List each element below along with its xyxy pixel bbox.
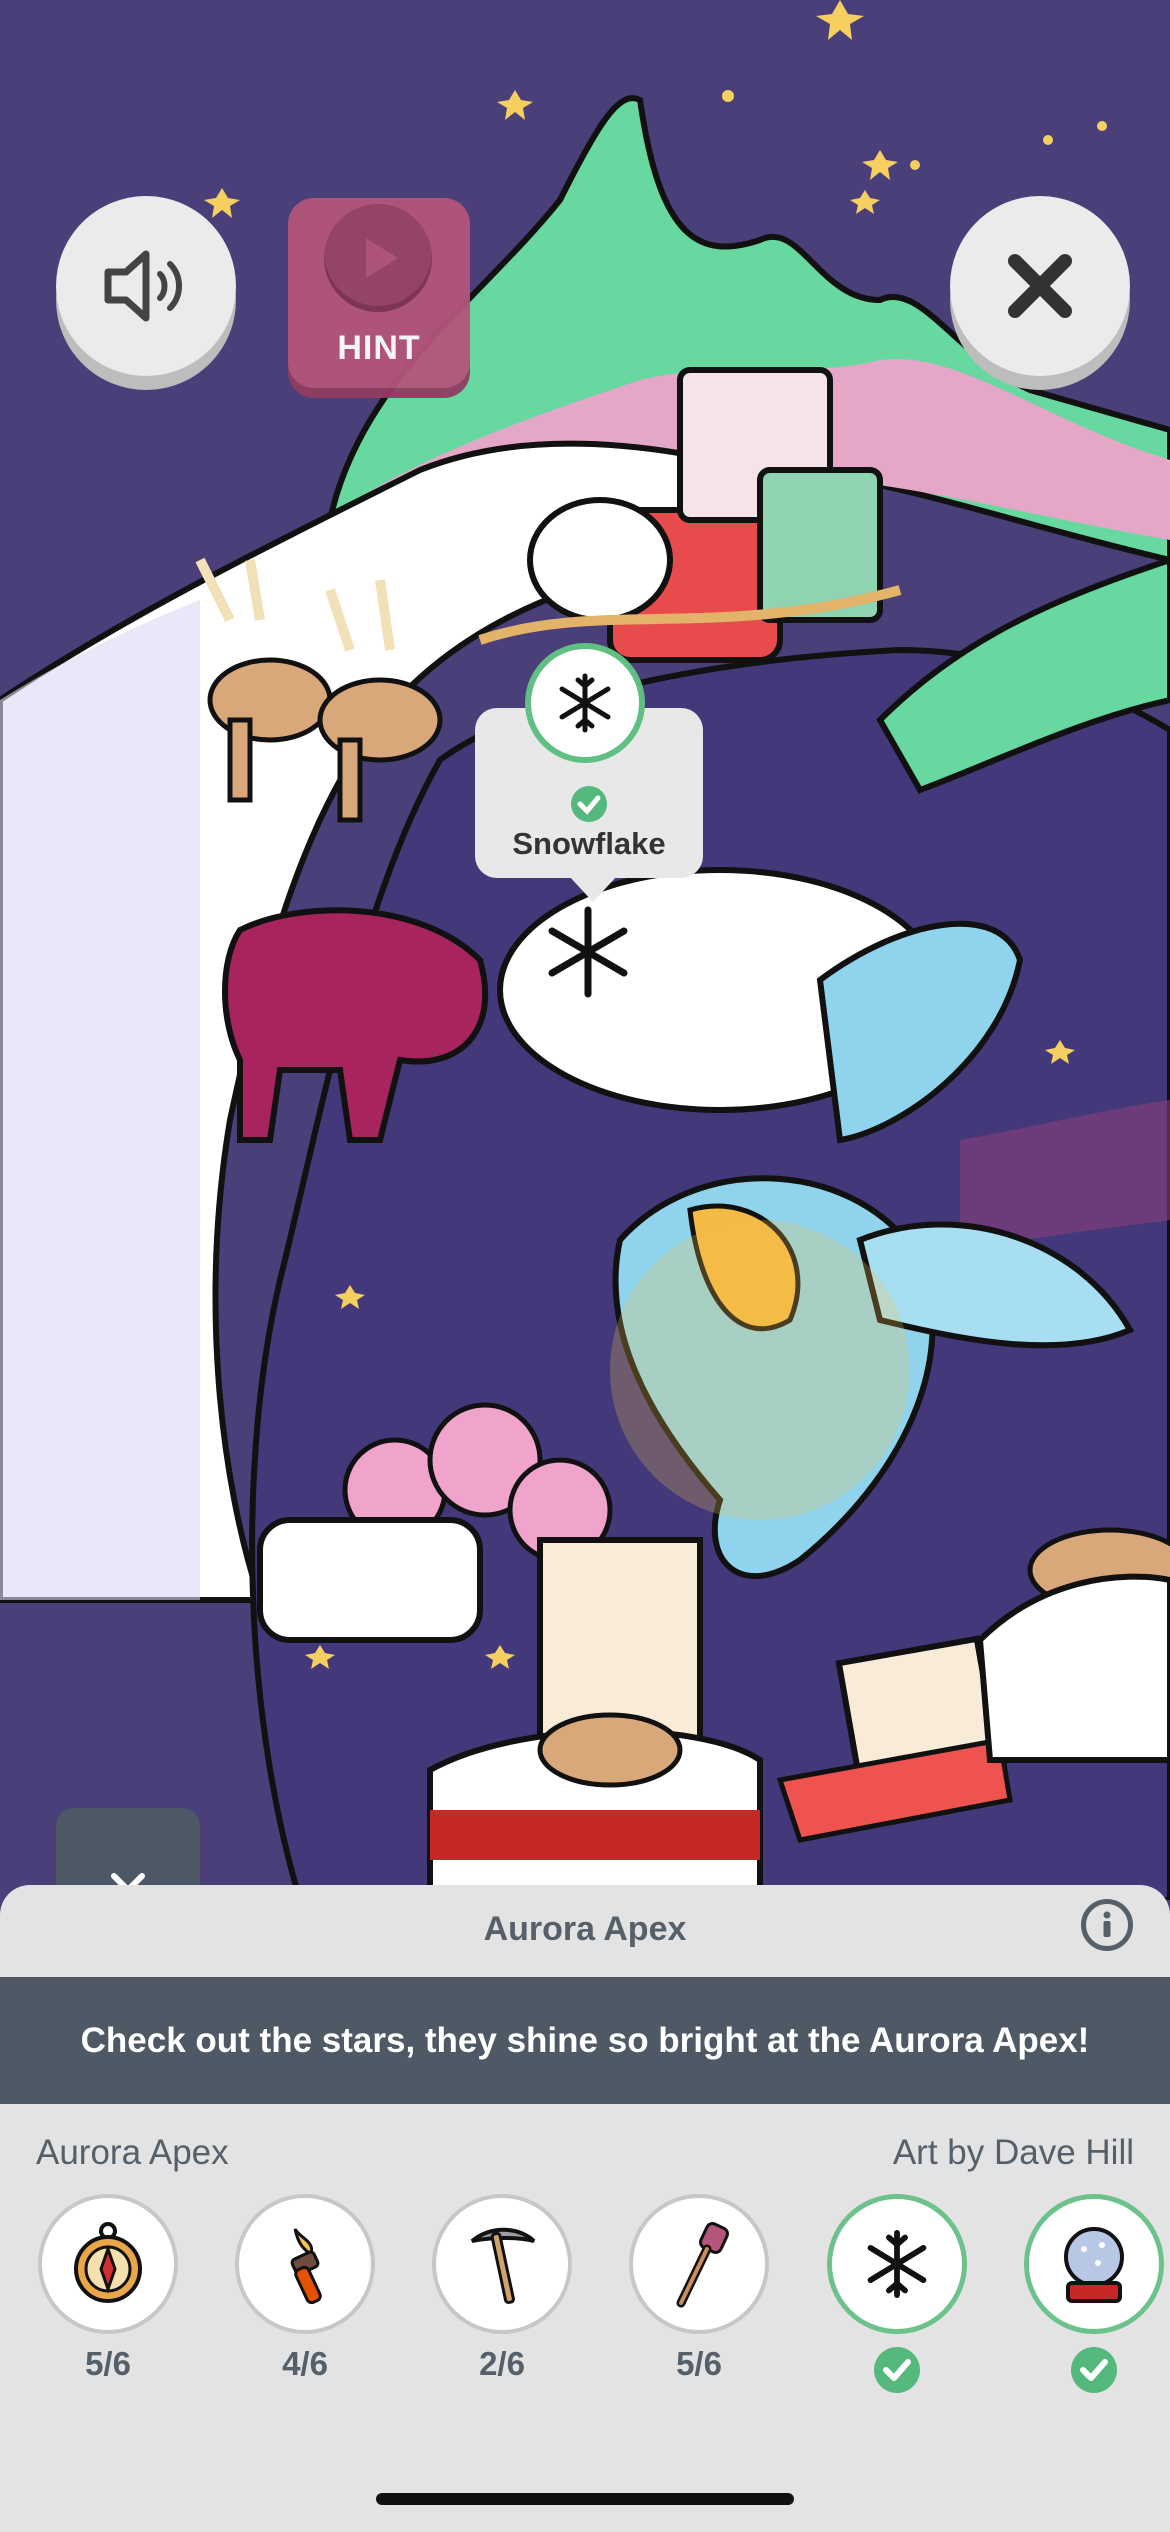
speaker-icon xyxy=(104,250,182,322)
item-slot-snow-globe[interactable] xyxy=(1024,2194,1164,2334)
tooltip-snowflake-icon xyxy=(525,643,645,763)
marshmallow-stick-icon xyxy=(676,2222,729,2308)
info-icon xyxy=(1103,1911,1111,1937)
snowflake-icon xyxy=(867,2230,927,2298)
scene-name: Aurora Apex xyxy=(36,2133,229,2172)
home-indicator[interactable] xyxy=(376,2493,794,2505)
check-icon xyxy=(571,786,607,822)
hint-button[interactable]: HINT xyxy=(288,198,470,388)
item-slot-compass[interactable] xyxy=(38,2194,178,2334)
found-check-icon xyxy=(1071,2347,1117,2393)
item-count: 2/6 xyxy=(479,2345,525,2382)
tooltip-item-name: Snowflake xyxy=(512,826,666,861)
snow-globe-icon xyxy=(1064,2227,1124,2303)
pickaxe-icon xyxy=(470,2227,536,2305)
info-button[interactable] xyxy=(1081,1899,1133,1951)
panel-title: Aurora Apex xyxy=(483,1910,687,1948)
item-count: 4/6 xyxy=(282,2345,328,2382)
sound-button[interactable] xyxy=(56,196,236,376)
close-button[interactable] xyxy=(950,196,1130,376)
play-icon xyxy=(324,204,432,312)
art-credit: Art by Dave Hill xyxy=(892,2133,1134,2172)
found-check-icon xyxy=(874,2347,920,2393)
item-slot-snowflake[interactable] xyxy=(827,2194,967,2334)
close-icon xyxy=(1008,254,1072,318)
item-count: 5/6 xyxy=(676,2345,722,2382)
item-slot-torch[interactable] xyxy=(235,2194,375,2334)
compass-icon xyxy=(74,2222,142,2303)
item-slot-marshmallow-stick[interactable] xyxy=(629,2194,769,2334)
hint-label: HINT xyxy=(337,329,421,367)
scene-message: Check out the stars, they shine so brigh… xyxy=(0,1977,1170,2104)
item-count: 5/6 xyxy=(85,2345,131,2382)
item-slot-pickaxe[interactable] xyxy=(432,2194,572,2334)
torch-icon xyxy=(290,2228,322,2305)
